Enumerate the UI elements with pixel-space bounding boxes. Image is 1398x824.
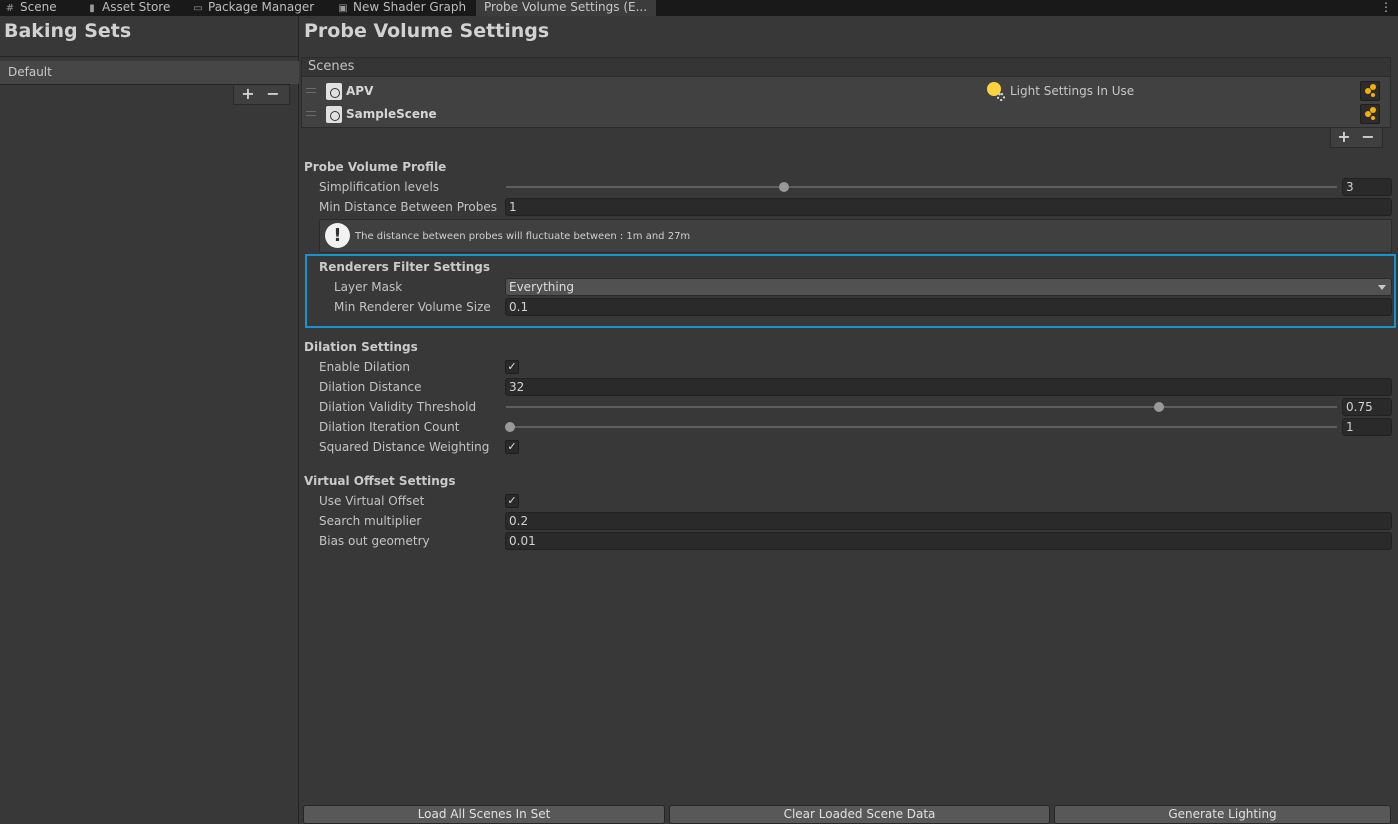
- scenes-label: Scenes: [308, 59, 355, 74]
- scenes-list: [301, 77, 1391, 128]
- grid-icon: #: [5, 3, 15, 14]
- squared-distance-label: Squared Distance Weighting: [319, 440, 490, 454]
- bias-out-geometry-field[interactable]: 0.01: [505, 532, 1392, 550]
- load-all-scenes-button[interactable]: Load All Scenes In Set: [303, 805, 665, 824]
- tab-new-shader-graph[interactable]: ▣ New Shader Graph: [337, 0, 466, 16]
- help-text: The distance between probes will fluctua…: [355, 231, 691, 242]
- min-distance-field[interactable]: 1: [505, 198, 1392, 216]
- generate-lighting-button[interactable]: Generate Lighting: [1054, 805, 1391, 824]
- remove-scene-button[interactable]: −: [1356, 128, 1380, 146]
- renderers-filter-header: Renderers Filter Settings: [319, 260, 490, 274]
- slider-handle[interactable]: [1154, 402, 1164, 412]
- chevron-down-icon: [1378, 285, 1386, 290]
- min-renderer-volume-field[interactable]: 0.1: [505, 298, 1392, 316]
- store-icon: ▮: [89, 3, 95, 14]
- use-virtual-offset-label: Use Virtual Offset: [319, 494, 425, 508]
- list-add-remove-footer: + −: [233, 85, 290, 105]
- package-icon: ▭: [193, 3, 203, 14]
- use-virtual-offset-checkbox[interactable]: ✓: [505, 494, 519, 508]
- baking-sets-title: Baking Sets: [4, 20, 132, 42]
- simplification-levels-label: Simplification levels: [319, 180, 440, 194]
- scene-name-apv: APV: [346, 84, 374, 98]
- baking-sets-panel: [0, 16, 299, 824]
- clear-loaded-scene-data-button[interactable]: Clear Loaded Scene Data: [669, 805, 1050, 824]
- enable-dilation-label: Enable Dilation: [319, 360, 410, 374]
- enable-dilation-checkbox[interactable]: ✓: [505, 360, 519, 374]
- drag-handle-icon[interactable]: [306, 111, 316, 116]
- unity-scene-icon: [326, 83, 342, 100]
- probe-volume-profile-header: Probe Volume Profile: [304, 160, 447, 174]
- list-add-remove-footer: + −: [1330, 128, 1383, 148]
- warning-icon: !: [325, 223, 350, 248]
- dilation-distance-label: Dilation Distance: [319, 380, 422, 394]
- drag-handle-icon[interactable]: [306, 88, 316, 93]
- add-baking-set-button[interactable]: +: [236, 85, 260, 103]
- page-title: Probe Volume Settings: [304, 20, 550, 42]
- layer-mask-label: Layer Mask: [334, 280, 403, 294]
- dilation-settings-header: Dilation Settings: [304, 340, 418, 354]
- light-settings-status: Light Settings In Use: [1010, 84, 1135, 98]
- slider-handle[interactable]: [779, 182, 789, 192]
- add-scene-button[interactable]: +: [1332, 128, 1356, 146]
- squared-distance-checkbox[interactable]: ✓: [505, 440, 519, 454]
- layer-mask-dropdown[interactable]: Everything: [505, 278, 1392, 296]
- divider: [0, 56, 299, 57]
- search-multiplier-label: Search multiplier: [319, 514, 422, 528]
- dilation-distance-field[interactable]: 32: [505, 378, 1392, 396]
- min-renderer-volume-label: Min Renderer Volume Size: [334, 300, 491, 314]
- search-multiplier-field[interactable]: 0.2: [505, 512, 1392, 530]
- dilation-validity-field[interactable]: 0.75: [1342, 398, 1392, 416]
- remove-baking-set-button[interactable]: −: [261, 85, 285, 103]
- more-options-icon[interactable]: ⋮: [1380, 0, 1392, 15]
- shadergraph-icon: ▣: [338, 3, 348, 14]
- simplification-levels-field[interactable]: 3: [1342, 178, 1392, 196]
- list-item-label: Default: [8, 65, 52, 79]
- tab-probe-volume-settings[interactable]: Probe Volume Settings (E...: [476, 0, 656, 16]
- dilation-iteration-label: Dilation Iteration Count: [319, 420, 460, 434]
- unity-scene-icon: [326, 106, 342, 123]
- min-distance-label: Min Distance Between Probes: [319, 200, 498, 214]
- tab-package-manager[interactable]: ▭ Package Manager: [192, 0, 314, 16]
- scene-lighting-button[interactable]: [1360, 104, 1380, 124]
- simplification-levels-slider[interactable]: [506, 186, 1337, 188]
- bias-out-geometry-label: Bias out geometry: [319, 534, 430, 548]
- virtual-offset-header: Virtual Offset Settings: [304, 474, 456, 488]
- scene-name-samplescene: SampleScene: [346, 107, 437, 121]
- tab-bar: # Scene ▮ Asset Store ▭ Package Manager ▣ Ne…: [0, 0, 1398, 16]
- scenes-list-header: [301, 57, 1391, 77]
- layer-mask-value: Everything: [509, 280, 574, 294]
- tab-asset-store[interactable]: ▮ Asset Store: [86, 0, 170, 16]
- dilation-validity-slider[interactable]: [506, 406, 1337, 408]
- dilation-iteration-slider[interactable]: [506, 426, 1337, 428]
- slider-handle[interactable]: [505, 422, 515, 432]
- tab-scene[interactable]: # Scene: [4, 0, 57, 16]
- dilation-iteration-field[interactable]: 1: [1342, 418, 1392, 436]
- gear-icon: [997, 93, 1005, 101]
- scene-lighting-button[interactable]: [1360, 81, 1380, 101]
- dilation-validity-label: Dilation Validity Threshold: [319, 400, 477, 414]
